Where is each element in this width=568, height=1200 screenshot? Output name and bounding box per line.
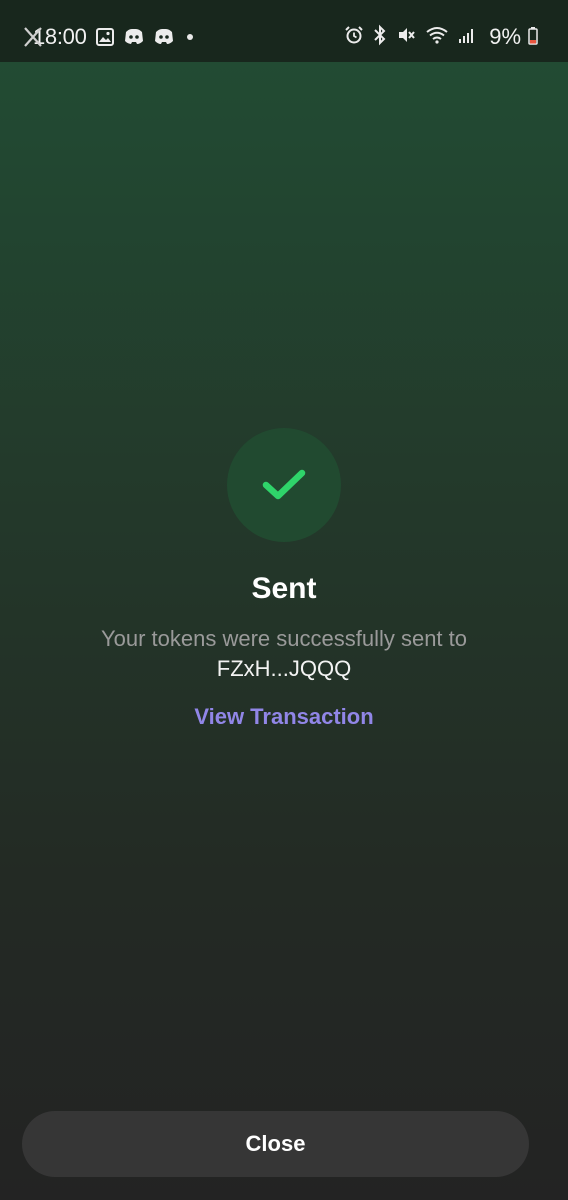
view-transaction-link[interactable]: View Transaction xyxy=(0,704,568,730)
mute-icon xyxy=(396,25,416,50)
checkmark-icon xyxy=(262,469,306,500)
battery-icon xyxy=(528,27,538,45)
bluetooth-icon xyxy=(373,24,387,51)
status-left: 18:00 xyxy=(24,22,193,52)
alarm-icon xyxy=(344,25,364,50)
time-wrap: 18:00 xyxy=(24,22,87,52)
discord-icon xyxy=(153,27,175,47)
page-title: Sent xyxy=(251,572,317,605)
close-button[interactable]: Close xyxy=(22,1111,529,1177)
status-bar: 18:00 9% xyxy=(0,0,568,62)
image-icon xyxy=(95,27,115,47)
status-right xyxy=(344,22,476,52)
recipient-address: FZxH...JQQQ xyxy=(216,656,352,681)
success-message: Your tokens were successfully sent to xyxy=(100,626,468,651)
notification-dot xyxy=(186,34,193,40)
success-badge xyxy=(227,428,341,542)
signal-icon xyxy=(458,26,476,49)
discord-icon xyxy=(123,27,145,47)
battery-percent: 9% xyxy=(489,24,521,49)
wifi-icon xyxy=(425,25,449,50)
close-icon[interactable] xyxy=(22,25,44,54)
